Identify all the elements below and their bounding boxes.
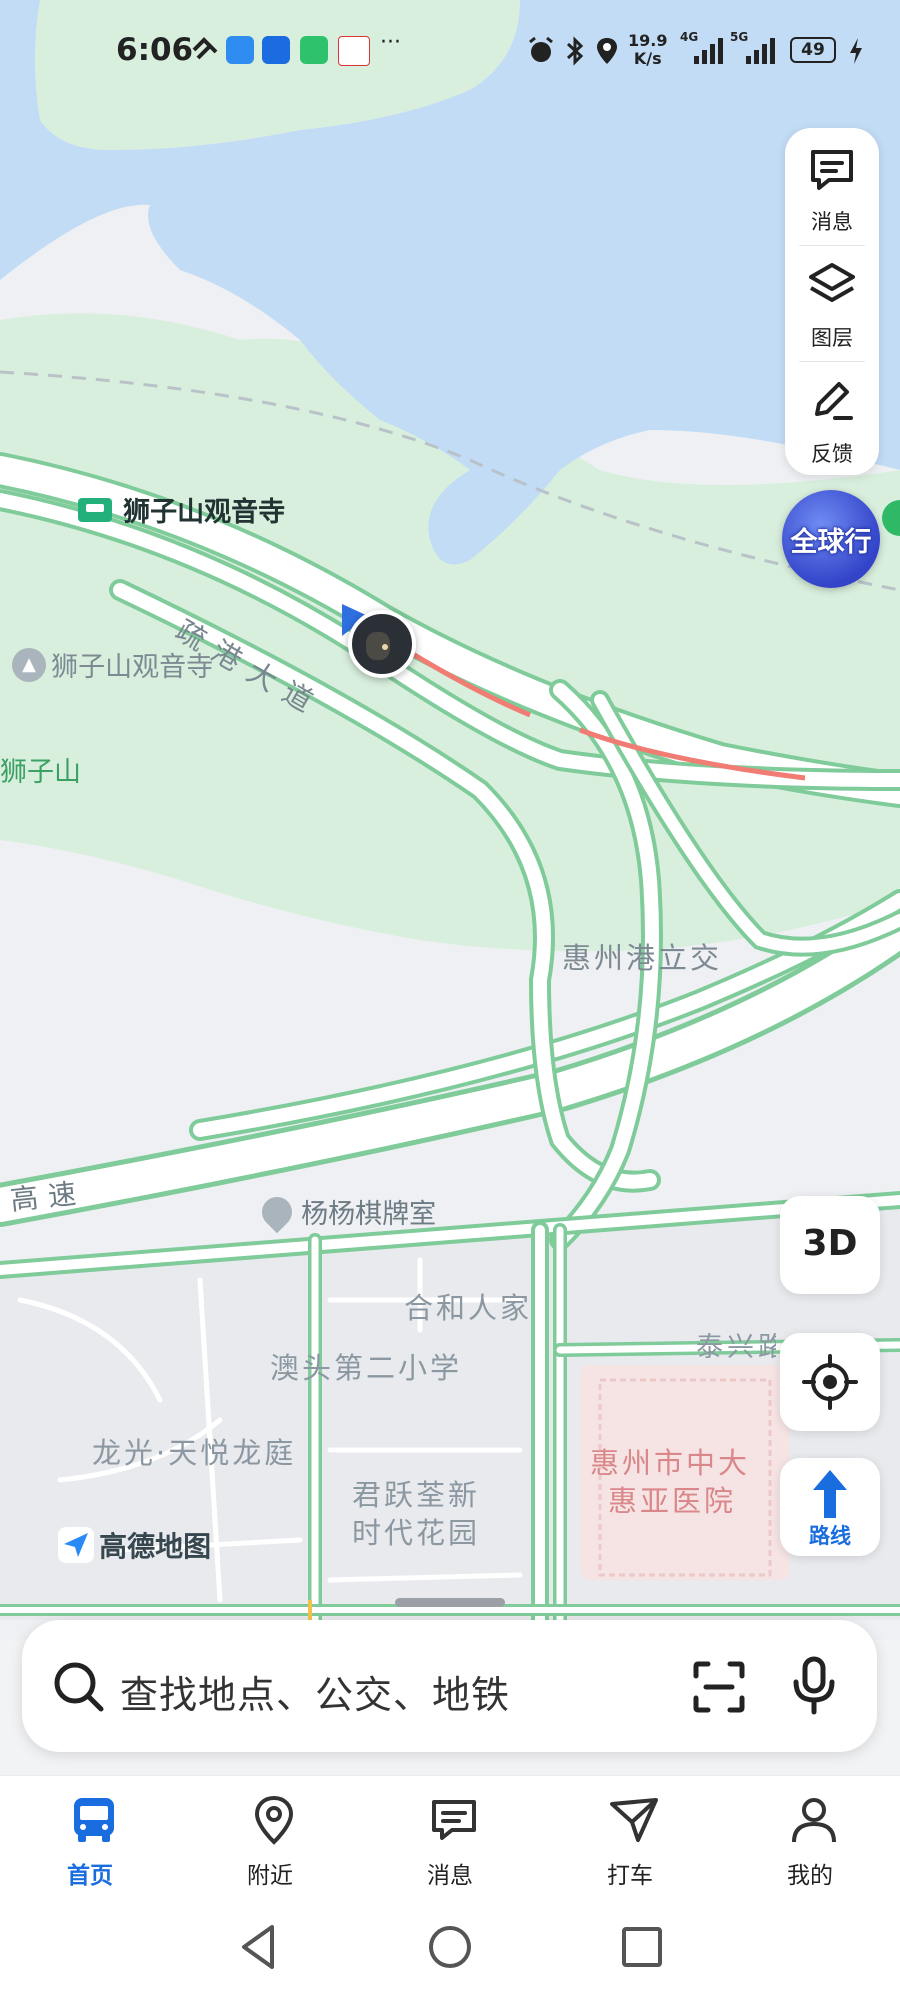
- tab-taxi[interactable]: 打车: [570, 1776, 690, 1896]
- bottom-tab-bar: 首页 附近 消息 打车 我的: [0, 1775, 900, 1896]
- amap-logo: 高德地图: [58, 1525, 211, 1565]
- location-icon: [597, 38, 617, 64]
- back-icon[interactable]: [236, 1923, 280, 1971]
- route-button[interactable]: 路线: [780, 1458, 880, 1556]
- route-arrow-icon: [813, 1470, 847, 1518]
- user-location-marker[interactable]: [340, 602, 416, 678]
- weather-app-icon: [226, 36, 254, 64]
- layers-button[interactable]: 图层: [785, 244, 879, 357]
- map-label-text: 狮子山观音寺: [123, 497, 286, 528]
- bus-icon: [74, 1798, 114, 1842]
- map-poi-chess-room[interactable]: 杨杨棋牌室: [255, 1190, 436, 1233]
- map-view[interactable]: [0, 0, 900, 1640]
- signal-bars-2-icon: [746, 38, 775, 64]
- search-icon: [54, 1662, 104, 1712]
- alarm-icon: [529, 36, 553, 62]
- tab-profile[interactable]: 我的: [750, 1776, 870, 1896]
- layers-icon: [809, 263, 855, 302]
- message-app-icon: [300, 36, 328, 64]
- 3d-toggle-button[interactable]: 3D: [780, 1196, 880, 1294]
- map-label-shizishan: 狮子山: [0, 757, 81, 788]
- feedback-button[interactable]: 反馈: [785, 360, 879, 473]
- status-bar: 6:06 ··· 19.9 K/s 4G 5G 49: [0, 30, 900, 78]
- more-notifications-icon: ···: [380, 30, 401, 55]
- location-pin-icon: [254, 1795, 294, 1845]
- tab-home[interactable]: 首页: [30, 1776, 150, 1896]
- ticket-app-icon: [338, 36, 370, 66]
- map-label-interchange: 惠州港立交: [562, 941, 723, 975]
- wifi-calling-icon: [192, 37, 218, 60]
- search-input[interactable]: 查找地点、公交、地铁: [120, 1664, 510, 1719]
- global-travel-badge[interactable]: 全球行: [782, 490, 880, 588]
- map-poi-shizishan-temple[interactable]: 狮子山观音寺: [78, 490, 285, 529]
- bluetooth-icon: [566, 36, 584, 66]
- tab-messages[interactable]: 消息: [390, 1776, 510, 1896]
- messages-button[interactable]: 消息: [785, 128, 879, 241]
- pagoda-icon: ▲: [12, 647, 46, 682]
- status-time: 6:06: [116, 32, 194, 68]
- map-label-highway: 高速: [8, 1176, 88, 1217]
- bot-app-icon: [262, 36, 290, 64]
- crosshair-icon: [802, 1354, 858, 1410]
- charging-icon: [850, 38, 862, 64]
- temple-marker-icon: [78, 497, 112, 522]
- map-tools-panel: 消息 图层 反馈: [785, 128, 879, 475]
- sheet-drag-handle[interactable]: [395, 1598, 505, 1607]
- search-bar[interactable]: 查找地点、公交、地铁: [22, 1620, 877, 1752]
- amap-logo-icon: [58, 1527, 94, 1563]
- map-label-hospital-2: 惠亚医院: [608, 1484, 737, 1518]
- microphone-icon[interactable]: [790, 1656, 838, 1716]
- signal-bars-icon: [694, 38, 723, 64]
- system-navigation-bar: [0, 1895, 900, 2000]
- map-label-school: 澳头第二小学: [270, 1351, 463, 1385]
- location-pin-icon: [255, 1190, 299, 1233]
- home-icon[interactable]: [426, 1923, 474, 1971]
- user-icon: [792, 1798, 836, 1843]
- message-icon: [432, 1800, 476, 1840]
- tab-nearby[interactable]: 附近: [210, 1776, 330, 1896]
- scan-icon[interactable]: [692, 1660, 746, 1714]
- map-poi-shizishan-temple-2[interactable]: ▲ 狮子山观音寺: [12, 645, 213, 684]
- map-label-hospital-1: 惠州市中大: [590, 1446, 751, 1480]
- battery-indicator: 49: [790, 37, 836, 63]
- map-label-junyue-2: 时代花园: [352, 1516, 481, 1550]
- map-label-junyue-1: 君跃荃新: [352, 1478, 481, 1512]
- recent-apps-icon[interactable]: [620, 1925, 664, 1969]
- locate-me-button[interactable]: [780, 1333, 880, 1431]
- map-label-hehe: 合和人家: [404, 1291, 533, 1325]
- message-icon: [811, 150, 853, 190]
- map-label-taixing: 泰兴路: [696, 1332, 776, 1363]
- pencil-icon: [815, 382, 853, 420]
- network-rate: 19.9 K/s: [628, 31, 668, 68]
- avatar: [348, 610, 416, 678]
- taxi-icon: [610, 1798, 658, 1842]
- map-label-longguang: 龙光·天悦龙庭: [92, 1436, 297, 1470]
